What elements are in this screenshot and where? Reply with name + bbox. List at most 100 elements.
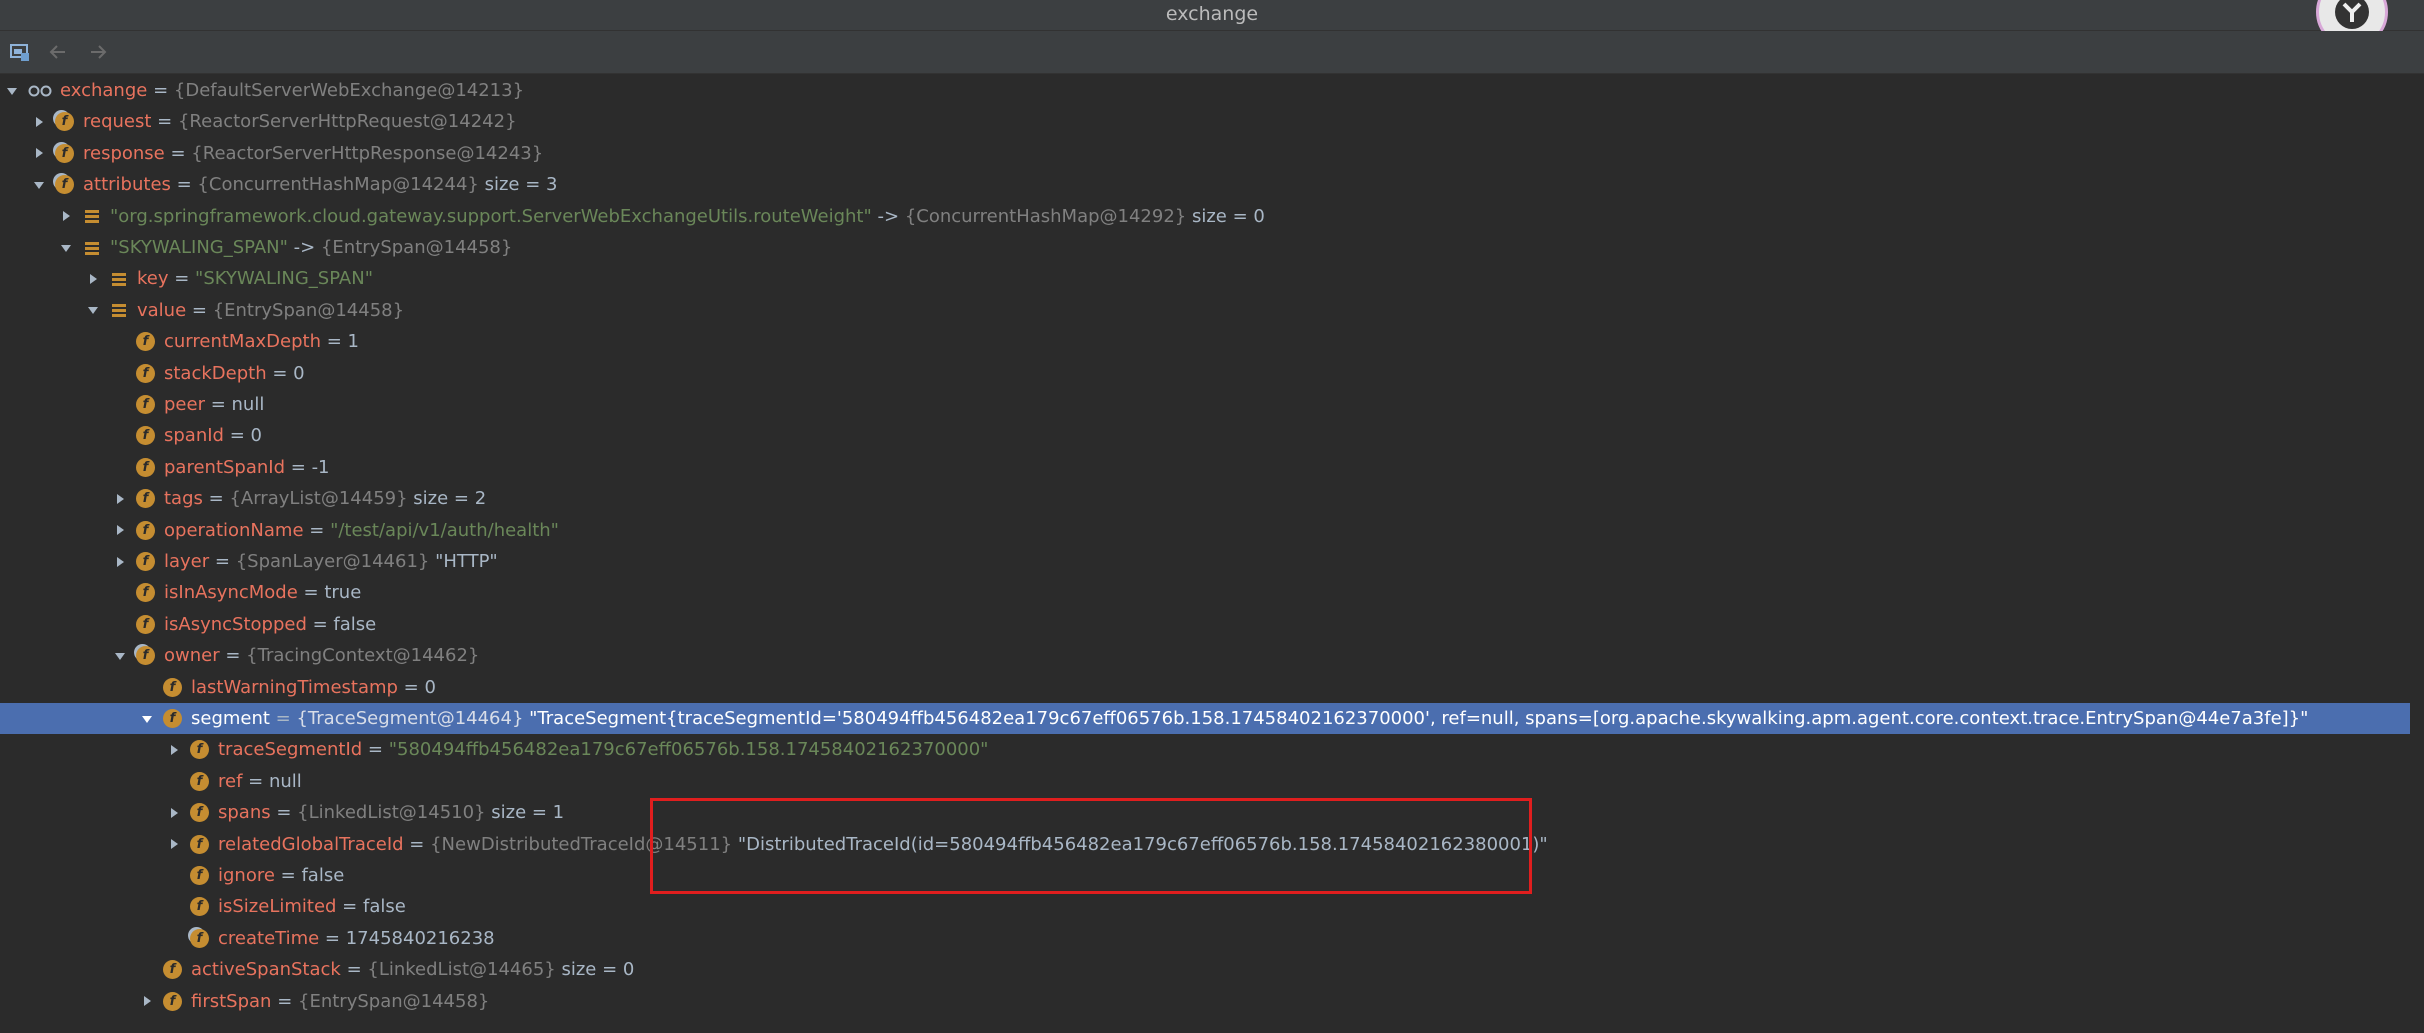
variable-value: 0 (424, 676, 436, 698)
collection-size: size = 1 (491, 802, 565, 824)
variable-value: false (333, 613, 377, 635)
equals-sign: = (266, 362, 294, 384)
object-reference: {NewDistributedTraceId@14511} (430, 833, 733, 855)
tree-row[interactable]: key = "SKYWALING_SPAN" (0, 263, 2424, 294)
collapsed-arrow-icon[interactable] (112, 546, 128, 577)
tree-row-text: activeSpanStack = {LinkedList@14465} siz… (191, 954, 634, 985)
variables-tree[interactable]: exchange = {DefaultServerWebExchange@142… (0, 75, 2424, 1033)
field-icon: f (136, 395, 155, 414)
expanded-arrow-icon[interactable] (58, 232, 74, 263)
tree-row[interactable]: f activeSpanStack = {LinkedList@14465} si… (0, 954, 2424, 985)
variable-name: key (137, 268, 169, 290)
expanded-arrow-icon[interactable] (31, 169, 47, 200)
equals-sign: = (209, 551, 236, 572)
variable-value: 0 (250, 425, 262, 447)
string-value: "580494ffb456482ea179c67eff06576b.158.17… (388, 739, 989, 761)
expanded-arrow-icon[interactable] (139, 703, 155, 734)
equals-sign: = (170, 174, 198, 196)
field-icon: f (136, 457, 155, 477)
expanded-arrow-icon[interactable] (4, 75, 20, 106)
collapsed-arrow-icon[interactable] (31, 106, 47, 137)
equals-sign: = (362, 739, 389, 761)
expanded-arrow-icon[interactable] (112, 640, 128, 671)
variable-value: false (301, 865, 345, 886)
object-reference: {DefaultServerWebExchange@14213} (173, 80, 525, 101)
collapsed-arrow-icon[interactable] (112, 483, 128, 514)
tree-row-text: request = {ReactorServerHttpRequest@1424… (83, 106, 517, 137)
tree-row[interactable]: f tags = {ArrayList@14459} size = 2 (0, 483, 2424, 514)
tree-row[interactable]: f owner = {TracingContext@14462} (0, 640, 2424, 671)
variable-value: false (362, 896, 406, 918)
tree-row[interactable]: f ref = null (0, 766, 2424, 797)
tree-row[interactable]: value = {EntrySpan@14458} (0, 295, 2424, 326)
collapsed-arrow-icon[interactable] (166, 829, 182, 860)
field-icon: f (136, 520, 155, 540)
collapsed-arrow-icon[interactable] (112, 515, 128, 546)
object-reference: {ArrayList@14459} (229, 488, 408, 510)
back-arrow-icon[interactable] (45, 39, 71, 65)
expanded-arrow-icon[interactable] (85, 295, 101, 326)
tree-row[interactable]: f isSizeLimited = false (0, 891, 2424, 922)
equals-sign: = (303, 519, 331, 541)
object-reference: {TraceSegment@14464} (296, 708, 524, 729)
tree-row[interactable]: f lastWarningTimestamp = 0 (0, 672, 2424, 703)
variable-name: currentMaxDepth (164, 331, 321, 353)
tree-row[interactable]: f isAsyncStopped = false (0, 609, 2424, 640)
equals-sign: = (320, 331, 348, 353)
tree-row[interactable]: "SKYWALING_SPAN" -> {EntrySpan@14458} (0, 232, 2424, 263)
tree-row-text: firstSpan = {EntrySpan@14458} (191, 986, 489, 1017)
tree-row-text: value = {EntrySpan@14458} (137, 295, 404, 326)
tree-row[interactable]: f createTime = 1745840216238 (0, 923, 2424, 954)
forward-arrow-icon[interactable] (85, 39, 111, 65)
variable-name: firstSpan (191, 990, 272, 1012)
tree-row[interactable]: f operationName = "/test/api/v1/auth/heal… (0, 515, 2424, 546)
variable-name: stackDepth (164, 362, 267, 384)
collapsed-arrow-icon[interactable] (139, 986, 155, 1017)
equals-sign: = (340, 959, 368, 981)
tree-row[interactable]: f traceSegmentId = "580494ffb456482ea179c… (0, 734, 2424, 765)
object-reference: {EntrySpan@14458} (298, 990, 490, 1012)
tree-row[interactable]: f response = {ReactorServerHttpResponse@1… (0, 138, 2424, 169)
collapsed-arrow-icon[interactable] (85, 263, 101, 294)
map-entry-icon (109, 301, 128, 320)
collapsed-arrow-icon[interactable] (31, 138, 47, 169)
collapsed-arrow-icon[interactable] (166, 797, 182, 828)
restore-layout-icon[interactable] (7, 39, 33, 65)
map-entry-icon (82, 207, 101, 226)
tree-row-text: response = {ReactorServerHttpResponse@14… (83, 138, 543, 169)
tree-row[interactable]: f currentMaxDepth = 1 (0, 326, 2424, 357)
equals-sign: = (223, 425, 251, 447)
field-icon: f (163, 677, 182, 697)
tree-row[interactable]: f spans = {LinkedList@14510} size = 1 (0, 797, 2424, 828)
object-reference: {SpanLayer@14461} (235, 551, 430, 572)
variable-value: null (268, 770, 302, 792)
tree-row[interactable]: f ignore = false (0, 860, 2424, 891)
field-icon: f (190, 740, 209, 760)
field-icon: f (136, 583, 155, 603)
equals-sign: = (204, 394, 232, 415)
tree-row[interactable]: "org.springframework.cloud.gateway.suppo… (0, 201, 2424, 232)
tree-row[interactable]: f parentSpanId = -1 (0, 452, 2424, 483)
field-icon: f (136, 489, 155, 509)
tree-row[interactable]: f segment = {TraceSegment@14464} "TraceSe… (0, 703, 2424, 734)
tree-row[interactable]: f firstSpan = {EntrySpan@14458} (0, 986, 2424, 1017)
tree-row-text: operationName = "/test/api/v1/auth/healt… (164, 515, 559, 546)
tree-row[interactable]: f relatedGlobalTraceId = {NewDistributedT… (0, 829, 2424, 860)
tree-row[interactable]: f peer = null (0, 389, 2424, 420)
tree-row[interactable]: f layer = {SpanLayer@14461} "HTTP" (0, 546, 2424, 577)
tree-row[interactable]: f attributes = {ConcurrentHashMap@14244} … (0, 169, 2424, 200)
tree-row-text: key = "SKYWALING_SPAN" (137, 263, 373, 294)
tree-row[interactable]: exchange = {DefaultServerWebExchange@142… (0, 75, 2424, 106)
variable-name: isAsyncStopped (164, 613, 307, 635)
field-icon: f (136, 614, 155, 634)
collapsed-arrow-icon[interactable] (166, 734, 182, 765)
tree-row[interactable]: f stackDepth = 0 (0, 358, 2424, 389)
watch-icon (28, 81, 54, 100)
vertical-scrollbar[interactable] (2410, 75, 2424, 1033)
tree-row[interactable]: f request = {ReactorServerHttpRequest@142… (0, 106, 2424, 137)
tree-row-text: "org.springframework.cloud.gateway.suppo… (110, 201, 1265, 232)
tree-row[interactable]: f spanId = 0 (0, 420, 2424, 451)
tree-row[interactable]: f isInAsyncMode = true (0, 577, 2424, 608)
field-icon: f (136, 646, 155, 666)
collapsed-arrow-icon[interactable] (58, 201, 74, 232)
